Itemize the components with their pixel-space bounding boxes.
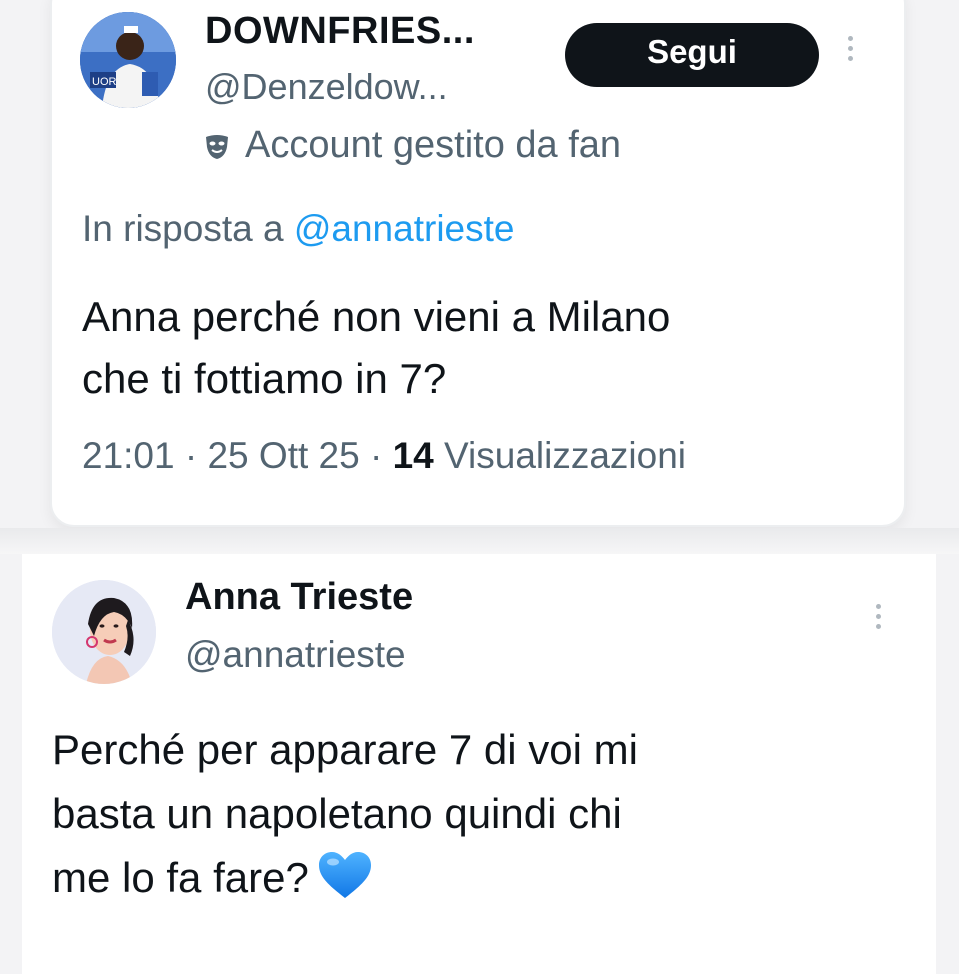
- reply-handle[interactable]: @Denzeldow...: [205, 66, 448, 108]
- original-more-options-icon[interactable]: [876, 604, 881, 634]
- reply-text-line: che ti fottiamo in 7?: [82, 355, 447, 402]
- blue-heart-icon: [318, 852, 371, 898]
- original-handle[interactable]: @annatrieste: [185, 634, 406, 676]
- reply-more-options-icon[interactable]: [848, 36, 853, 66]
- tweet-time[interactable]: 21:01: [82, 435, 175, 476]
- fan-account-text: Account gestito da fan: [245, 124, 622, 166]
- downfries-avatar[interactable]: UOR: [80, 12, 176, 108]
- tweet-metadata: 21:01 · 25 Ott 25 · 14 Visualizzazioni: [82, 435, 687, 476]
- reply-tweet-text: Anna perché non vieni a Milano che ti fo…: [82, 286, 862, 410]
- anna-trieste-avatar[interactable]: [52, 580, 156, 684]
- follow-button[interactable]: Segui: [565, 23, 819, 87]
- views-label: Visualizzazioni: [444, 435, 687, 476]
- original-tweet-text: Perché per apparare 7 di voi mi basta un…: [52, 718, 912, 910]
- in-reply-to: In risposta a @annatrieste: [82, 208, 514, 250]
- in-reply-handle-link[interactable]: @annatrieste: [294, 208, 515, 249]
- original-text-line-last: me lo fa fare?: [52, 846, 912, 910]
- original-text-line: me lo fa fare?: [52, 854, 309, 901]
- svg-text:UOR: UOR: [92, 76, 117, 88]
- in-reply-prefix: In risposta a: [82, 208, 294, 249]
- section-divider: [0, 528, 959, 554]
- illustrated-portrait-icon: [52, 580, 156, 684]
- profile-photo-icon: UOR: [80, 12, 176, 108]
- original-display-name[interactable]: Anna Trieste: [185, 576, 413, 619]
- original-text-line: Perché per apparare 7 di voi mi: [52, 726, 638, 773]
- reply-display-name[interactable]: DOWNFRIES...: [205, 10, 475, 53]
- original-text-line: basta un napoletano quindi chi: [52, 790, 622, 837]
- mask-icon: [206, 134, 228, 159]
- reply-text-line: Anna perché non vieni a Milano: [82, 293, 671, 340]
- fan-account-label: Account gestito da fan: [203, 124, 621, 167]
- tweet-date[interactable]: 25 Ott 25: [207, 435, 359, 476]
- views-count: 14: [392, 435, 434, 476]
